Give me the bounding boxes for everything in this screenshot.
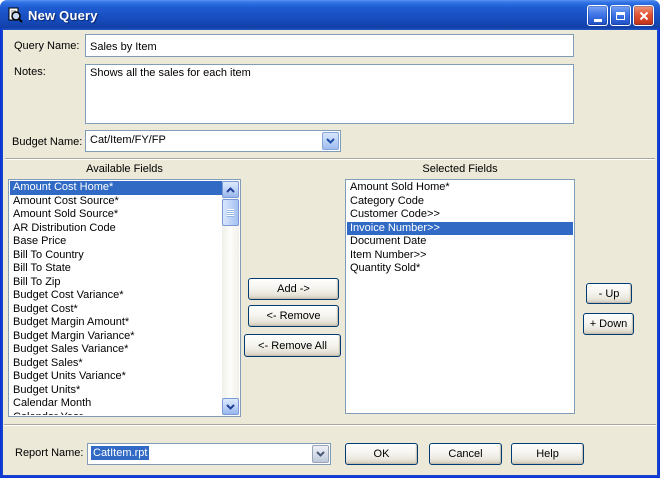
- list-item[interactable]: Bill To Zip: [10, 276, 222, 290]
- list-item[interactable]: Amount Sold Source*: [10, 208, 222, 222]
- chevron-down-icon: [226, 403, 235, 410]
- list-item[interactable]: Budget Cost Variance*: [10, 289, 222, 303]
- maximize-button[interactable]: [610, 5, 631, 26]
- available-fields-list[interactable]: Amount Cost Home* Amount Cost Source* Amou…: [8, 179, 241, 417]
- list-item[interactable]: Quantity Sold*: [347, 262, 573, 276]
- list-item[interactable]: Budget Sales*: [10, 357, 222, 371]
- list-item[interactable]: Item Number>>: [347, 249, 573, 263]
- help-button[interactable]: Help: [511, 443, 584, 465]
- selected-fields-header: Selected Fields: [422, 163, 498, 175]
- list-item[interactable]: Budget Margin Variance*: [10, 330, 222, 344]
- new-query-icon: [8, 7, 23, 23]
- list-item[interactable]: Budget Units*: [10, 384, 222, 398]
- down-button[interactable]: + Down: [583, 313, 634, 335]
- list-item[interactable]: Budget Units Variance*: [10, 370, 222, 384]
- query-name-label: Query Name:: [14, 40, 80, 52]
- section-separator-bottom: [4, 424, 656, 426]
- budget-dropdown-button[interactable]: [322, 132, 339, 150]
- add-button[interactable]: Add ->: [248, 278, 339, 300]
- section-separator-top: [5, 158, 655, 160]
- list-item[interactable]: Bill To State: [10, 262, 222, 276]
- list-item[interactable]: AR Distribution Code: [10, 222, 222, 236]
- available-fields-header: Available Fields: [86, 163, 163, 175]
- window-title: New Query: [28, 7, 98, 23]
- report-name-combo[interactable]: CatItem.rpt: [87, 443, 331, 465]
- list-item[interactable]: Bill To Country: [10, 249, 222, 263]
- scrollbar-thumb[interactable]: [222, 199, 239, 226]
- scroll-down-button[interactable]: [222, 398, 239, 415]
- budget-name-value: Cat/Item/FY/FP: [90, 134, 166, 146]
- list-item[interactable]: Budget Cost*: [10, 303, 222, 317]
- remove-all-button[interactable]: <- Remove All: [244, 334, 341, 357]
- report-name-value: CatItem.rpt: [91, 446, 150, 460]
- new-query-window: New Query Query Name: Notes: Shows all t…: [0, 0, 660, 478]
- list-item[interactable]: Base Price: [10, 235, 222, 249]
- list-item[interactable]: Customer Code>>: [347, 208, 573, 222]
- title-bar[interactable]: New Query: [0, 0, 660, 30]
- list-item[interactable]: Budget Sales Variance*: [10, 343, 222, 357]
- list-item[interactable]: Invoice Number>>: [347, 221, 573, 235]
- available-fields-scrollbar[interactable]: [222, 181, 239, 415]
- chevron-down-icon: [326, 138, 335, 144]
- query-name-input[interactable]: [85, 34, 574, 57]
- notes-textarea[interactable]: Shows all the sales for each item: [85, 64, 574, 124]
- list-item[interactable]: Document Date: [347, 235, 573, 249]
- ok-button[interactable]: OK: [345, 443, 418, 465]
- chevron-down-icon: [316, 451, 325, 457]
- report-name-label: Report Name:: [15, 447, 84, 459]
- window-border-left: [0, 28, 3, 478]
- budget-name-label: Budget Name:: [12, 136, 83, 148]
- minimize-icon: [593, 19, 602, 22]
- scroll-up-button[interactable]: [222, 181, 239, 198]
- list-item[interactable]: Budget Margin Amount*: [10, 316, 222, 330]
- list-item[interactable]: Amount Cost Source*: [10, 195, 222, 209]
- remove-button[interactable]: <- Remove: [248, 305, 339, 327]
- maximize-icon: [616, 11, 625, 20]
- list-item[interactable]: Calendar Month: [10, 397, 222, 411]
- minimize-button[interactable]: [587, 5, 608, 26]
- report-dropdown-button[interactable]: [312, 445, 329, 463]
- up-button[interactable]: - Up: [586, 283, 632, 304]
- selected-fields-list[interactable]: Amount Sold Home* Category Code Customer C…: [345, 179, 575, 414]
- list-item[interactable]: Calendar Year: [10, 411, 222, 416]
- close-button[interactable]: [633, 5, 654, 26]
- list-item[interactable]: Amount Cost Home*: [10, 181, 222, 195]
- budget-name-combo[interactable]: Cat/Item/FY/FP: [85, 130, 341, 152]
- close-icon: [639, 11, 648, 20]
- list-item[interactable]: Category Code: [347, 195, 573, 209]
- cancel-button[interactable]: Cancel: [429, 443, 502, 465]
- chevron-up-icon: [226, 186, 235, 193]
- list-item[interactable]: Amount Sold Home*: [347, 181, 573, 195]
- notes-label: Notes:: [14, 66, 46, 78]
